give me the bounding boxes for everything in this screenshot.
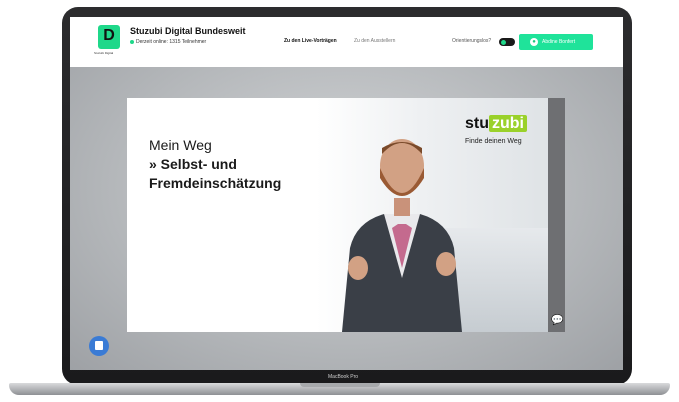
device-label: MacBook Pro [328,374,359,380]
user-icon: ● [530,38,538,46]
online-status: Derzeit online: 1315 Teilnehmer [130,39,206,45]
stuzubi-digital-logo[interactable]: D [98,25,120,49]
slide-line-1: Mein Weg [149,137,212,153]
laptop-notch [300,383,380,387]
orientation-toggle[interactable] [499,38,515,46]
video-player[interactable]: Mein Weg » Selbst- und Fremdeinschätzung… [127,98,548,332]
app-screen: D Stuzubi Digital Stuzubi Digital Bundes… [70,17,623,370]
slide-line-3: Fremdeinschätzung [149,175,282,191]
logo-zubi: zubi [489,115,527,132]
slide-line-2: » Selbst- und [149,156,237,172]
user-login-button[interactable]: ● Abdine Bonfert [519,34,593,50]
nav-live-talks[interactable]: Zu den Live-Vorträgen [284,38,337,44]
orientation-label: Orientierungslos? [452,38,492,44]
chat-bubbles-icon[interactable]: 💬 [551,316,563,326]
online-dot-icon [130,39,134,44]
chat-help-button[interactable] [89,336,109,356]
presenter-figure [342,139,462,332]
login-label: Abdine Bonfert [542,39,576,45]
logo-caption: Stuzubi Digital [94,51,114,55]
online-count-text: Derzeit online: 1315 Teilnehmer [136,39,207,45]
chat-sidebar[interactable]: 💬 [548,98,565,332]
chat-help-icon [95,341,103,350]
nav-exhibitors[interactable]: Zu den Ausstellern [354,38,395,44]
page-title: Stuzubi Digital Bundesweit [130,26,246,36]
toggle-knob [501,39,506,45]
top-header: D Stuzubi Digital Stuzubi Digital Bundes… [70,17,623,67]
